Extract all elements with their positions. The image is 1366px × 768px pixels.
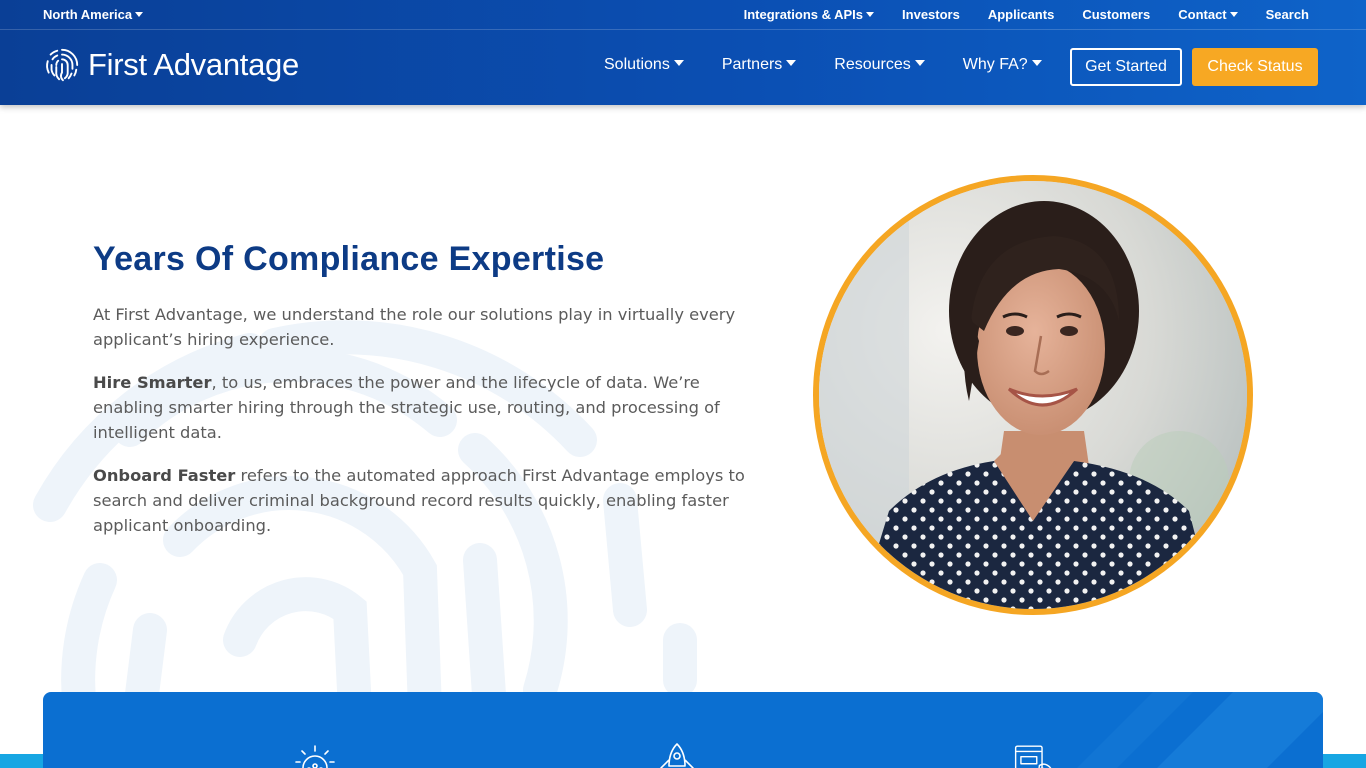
nav-label: Why FA? — [962, 56, 1028, 73]
nav-partners[interactable]: Partners — [721, 56, 797, 74]
onboard-faster-label: Onboard Faster — [93, 466, 236, 485]
hire-smarter-paragraph: Hire Smarter, to us, embraces the power … — [93, 370, 758, 445]
utility-link-label: Integrations & APIs — [743, 7, 864, 22]
nav-label: Solutions — [604, 56, 670, 73]
section-heading: Years Of Compliance Expertise — [93, 240, 605, 278]
utility-link-customers[interactable]: Customers — [1082, 7, 1150, 22]
site-header: North America Integrations & APIs Invest… — [0, 0, 1366, 105]
nav-resources[interactable]: Resources — [834, 56, 925, 74]
utility-link-label: Contact — [1178, 7, 1227, 22]
chevron-down-icon — [1229, 12, 1238, 17]
chevron-down-icon — [866, 12, 875, 17]
portrait-photo — [819, 181, 1247, 609]
nav-solutions[interactable]: Solutions — [604, 56, 684, 74]
lightbulb-icon — [295, 745, 335, 768]
chevron-down-icon — [135, 12, 144, 17]
utility-link-integrations[interactable]: Integrations & APIs — [743, 7, 875, 22]
chevron-down-icon — [786, 60, 797, 66]
utility-link-label: Investors — [902, 7, 960, 22]
document-hand-icon — [1014, 745, 1052, 768]
utility-link-investors[interactable]: Investors — [902, 7, 960, 22]
smiling-woman-image — [819, 181, 1247, 609]
nav-label: Resources — [834, 56, 911, 73]
utility-link-label: Search — [1265, 7, 1309, 22]
site-logo[interactable]: First Advantage — [43, 44, 299, 86]
logo-text: First Advantage — [88, 47, 299, 82]
utility-links: Integrations & APIs Investors Applicants… — [716, 7, 1309, 22]
get-started-button[interactable]: Get Started — [1070, 48, 1182, 86]
hire-smarter-label: Hire Smarter — [93, 373, 212, 392]
utility-link-label: Customers — [1082, 7, 1151, 22]
compliance-section: Years Of Compliance Expertise At First A… — [93, 238, 758, 556]
region-label: North America — [43, 7, 133, 22]
main-nav: Solutions Partners Resources Why FA? — [604, 56, 1080, 74]
check-status-button[interactable]: Check Status — [1192, 48, 1318, 86]
decorative-stripes — [1077, 692, 1323, 768]
onboard-faster-paragraph: Onboard Faster refers to the automated a… — [93, 463, 758, 538]
chevron-down-icon — [673, 60, 684, 66]
utility-link-applicants[interactable]: Applicants — [988, 7, 1054, 22]
utility-bar: North America Integrations & APIs Invest… — [0, 0, 1366, 30]
portrait-frame — [813, 175, 1253, 615]
rocket-icon — [660, 743, 694, 768]
features-band — [43, 692, 1323, 768]
utility-link-search[interactable]: Search — [1266, 7, 1309, 22]
region-selector[interactable]: North America — [43, 7, 144, 22]
fingerprint-logo-icon — [46, 48, 79, 82]
intro-paragraph: At First Advantage, we understand the ro… — [93, 305, 736, 349]
utility-link-label: Applicants — [987, 7, 1055, 22]
utility-link-contact[interactable]: Contact — [1178, 7, 1238, 22]
nav-why-fa[interactable]: Why FA? — [963, 56, 1042, 74]
nav-label: Partners — [721, 56, 783, 73]
chevron-down-icon — [1031, 60, 1042, 66]
page: North America Integrations & APIs Invest… — [0, 0, 1366, 768]
chevron-down-icon — [914, 60, 925, 66]
